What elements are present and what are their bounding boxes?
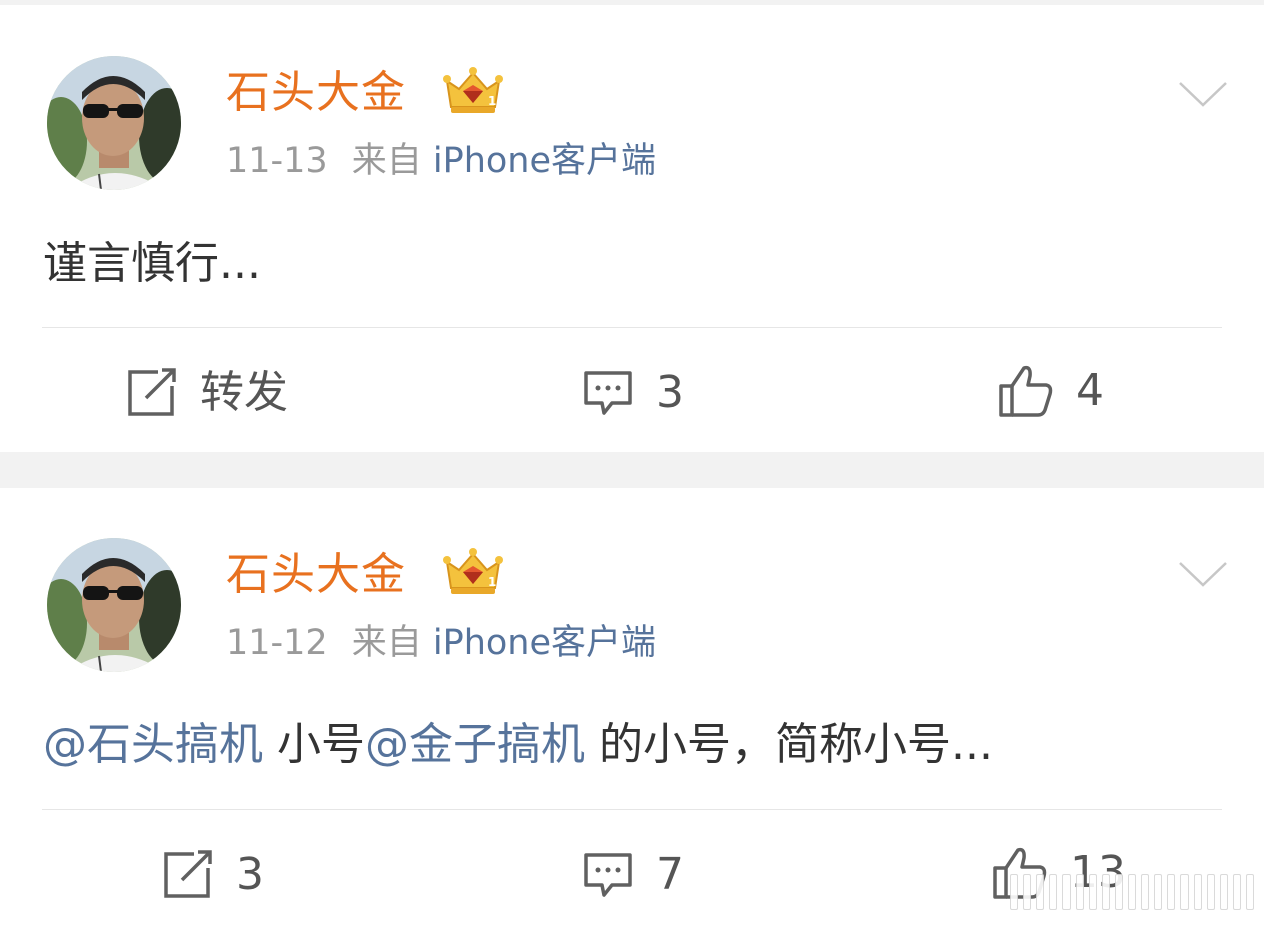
comment-button[interactable]: 3 <box>582 363 684 423</box>
divider <box>42 809 1222 810</box>
repost-button[interactable]: 转发 <box>126 363 288 423</box>
comment-icon <box>584 371 632 415</box>
svg-text:1: 1 <box>488 94 496 108</box>
repost-icon <box>128 368 176 416</box>
thumbs-up-icon <box>999 365 1053 417</box>
username[interactable]: 石头大金 <box>226 66 406 120</box>
like-button[interactable]: 4 <box>998 361 1104 421</box>
comment-count: 3 <box>656 367 684 418</box>
post-meta: 11-13 来自 iPhone客户端 <box>226 139 656 183</box>
repost-button[interactable]: 3 <box>162 845 264 905</box>
avatar[interactable] <box>47 538 181 672</box>
comment-button[interactable]: 7 <box>582 845 684 905</box>
repost-label: 转发 <box>200 367 288 418</box>
post-meta: 11-12 来自 iPhone客户端 <box>226 621 656 665</box>
source-link[interactable]: iPhone客户端 <box>433 141 656 181</box>
post-date: 11-12 <box>226 623 328 663</box>
source-prefix: 来自 <box>351 623 422 663</box>
svg-text:1: 1 <box>488 575 496 589</box>
chevron-down-icon[interactable] <box>1178 560 1228 588</box>
crown-badge-icon[interactable]: 1 <box>441 546 505 598</box>
source-link[interactable]: iPhone客户端 <box>433 623 656 663</box>
post-text-segment: 小号 <box>263 719 365 770</box>
avatar[interactable] <box>47 56 181 190</box>
crown-badge-icon[interactable]: 1 <box>441 65 505 117</box>
post-text: @石头搞机 小号@金子搞机 的小号，简称小号... <box>43 717 993 773</box>
post-text-segment: 的小号，简称小号... <box>585 719 993 770</box>
username[interactable]: 石头大金 <box>226 548 406 602</box>
post-date: 11-13 <box>226 141 328 181</box>
repost-icon <box>164 850 212 898</box>
divider <box>42 327 1222 328</box>
post-card: 石头大金 1 11-13 来自 iPhone客户端 谨言慎行... 转发 3 4 <box>0 5 1264 452</box>
comment-icon <box>584 853 632 897</box>
repost-count: 3 <box>236 849 264 900</box>
chevron-down-icon[interactable] <box>1178 80 1228 108</box>
source-prefix: 来自 <box>351 141 422 181</box>
comment-count: 7 <box>656 849 684 900</box>
mention-link[interactable]: @金子搞机 <box>365 719 585 770</box>
mention-link[interactable]: @石头搞机 <box>43 719 263 770</box>
watermark-overlay <box>1010 866 1255 918</box>
like-count: 4 <box>1076 365 1104 416</box>
post-text: 谨言慎行... <box>43 238 261 289</box>
